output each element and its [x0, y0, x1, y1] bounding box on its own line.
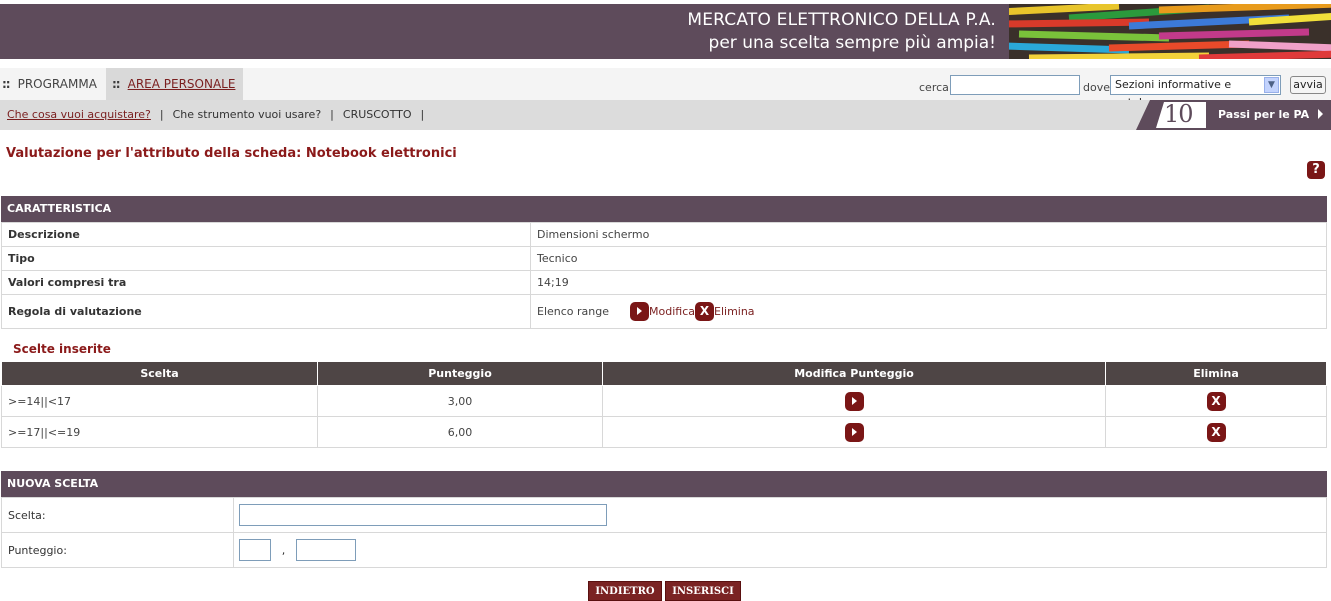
column-header: Elimina [1105, 361, 1327, 386]
elimina-regola-link[interactable]: Elimina [714, 305, 755, 318]
tab-programma-label: PROGRAMMA [17, 77, 97, 91]
grid-dots-icon: :: [2, 77, 11, 91]
punteggio-label: Punteggio: [1, 532, 234, 568]
search-label: cerca [919, 81, 949, 94]
row-label: Valori compresi tra [1, 270, 531, 295]
scelta-cell: >=17||<=19 [1, 416, 318, 448]
decimal-separator: , [281, 543, 286, 557]
table-row: Regola di valutazione Elenco range Modif… [1, 294, 1327, 329]
help-icon[interactable]: ? [1307, 161, 1325, 179]
caratteristica-table: Descrizione Dimensioni schermo Tipo Tecn… [1, 222, 1327, 329]
passi-pa-banner[interactable]: 10 Passi per le PA [1136, 100, 1331, 130]
column-header: Modifica Punteggio [602, 361, 1106, 386]
subnav-link-strumento[interactable]: Che strumento vuoi usare? [173, 108, 322, 121]
regola-value: Elenco range [537, 305, 610, 318]
punteggio-cell: 6,00 [317, 416, 603, 448]
indietro-button[interactable]: INDIETRO [588, 581, 662, 601]
site-banner: MERCATO ELETTRONICO DELLA P.A. per una s… [0, 4, 1331, 59]
scelta-input[interactable] [239, 504, 607, 526]
tab-area-personale[interactable]: :: AREA PERSONALE [106, 68, 243, 100]
avvia-button[interactable]: avvia [1290, 76, 1326, 94]
table-row: Descrizione Dimensioni schermo [1, 222, 1327, 247]
colored-pencils-image [1009, 4, 1331, 59]
nuova-scelta-header: NUOVA SCELTA [1, 471, 1327, 497]
elimina-regola-icon[interactable]: X [695, 302, 714, 321]
tab-programma[interactable]: :: PROGRAMMA [2, 68, 97, 100]
table-row: >=17||<=19 6,00 X [1, 416, 1327, 448]
scelte-title: Scelte inserite [13, 342, 111, 356]
banner-title: MERCATO ELETTRONICO DELLA P.A. [687, 10, 996, 30]
row-value: 14;19 [530, 270, 1327, 295]
subnav-link-cruscotto[interactable]: CRUSCOTTO [343, 108, 412, 121]
elimina-scelta-button[interactable]: X [1206, 422, 1226, 442]
banner-tagline: per una scelta sempre più ampia! [708, 33, 996, 53]
passi-number: 10 [1164, 100, 1194, 128]
punteggio-decimal-input[interactable] [296, 539, 356, 561]
punteggio-cell: 3,00 [317, 385, 603, 417]
chevron-down-icon: ▼ [1264, 77, 1279, 93]
column-header: Scelta [1, 361, 318, 386]
form-row: Scelta: [1, 497, 1327, 533]
arrow-right-icon [1318, 109, 1323, 119]
inserisci-button[interactable]: INSERISCI [665, 581, 741, 601]
row-label: Descrizione [1, 222, 531, 247]
subnav-separator: | [159, 108, 164, 121]
sub-nav: Che cosa vuoi acquistare? | Che strumento … [0, 100, 1331, 130]
scelta-cell: >=14||<17 [1, 385, 318, 417]
column-header: Punteggio [317, 361, 603, 386]
tab-area-personale-label: AREA PERSONALE [127, 77, 236, 91]
row-value: Dimensioni schermo [530, 222, 1327, 247]
subnav-separator: | [330, 108, 334, 121]
modifica-punteggio-button[interactable] [844, 422, 864, 442]
modifica-regola-icon[interactable] [630, 302, 650, 321]
row-label: Regola di valutazione [1, 294, 531, 329]
subnav-link-acquistare[interactable]: Che cosa vuoi acquistare? [7, 108, 151, 121]
scelta-label: Scelta: [1, 497, 234, 533]
caratteristica-header: CARATTERISTICA [1, 196, 1327, 222]
where-label: dove [1083, 81, 1110, 94]
row-value: Tecnico [530, 246, 1327, 271]
table-row: >=14||<17 3,00 X [1, 385, 1327, 417]
grid-dots-icon: :: [112, 77, 121, 91]
search-input[interactable] [950, 75, 1080, 95]
scelte-table: Scelta Punteggio Modifica Punteggio Elim… [1, 361, 1327, 448]
subnav-separator: | [420, 108, 425, 121]
nuova-scelta-form: Scelta: Punteggio: , [1, 497, 1327, 568]
passi-label: Passi per le PA [1218, 108, 1310, 121]
modifica-regola-link[interactable]: Modifica [649, 305, 695, 318]
section-select[interactable]: Sezioni informative e catalogo ▼ [1110, 75, 1281, 109]
modifica-punteggio-button[interactable] [844, 391, 864, 411]
punteggio-integer-input[interactable] [239, 539, 271, 561]
form-row: Punteggio: , [1, 532, 1327, 568]
table-row: Tipo Tecnico [1, 246, 1327, 271]
elimina-scelta-button[interactable]: X [1206, 391, 1226, 411]
page-title: Valutazione per l'attributo della scheda… [6, 146, 457, 161]
table-row: Valori compresi tra 14;19 [1, 270, 1327, 295]
table-header-row: Scelta Punteggio Modifica Punteggio Elim… [1, 361, 1327, 386]
row-label: Tipo [1, 246, 531, 271]
